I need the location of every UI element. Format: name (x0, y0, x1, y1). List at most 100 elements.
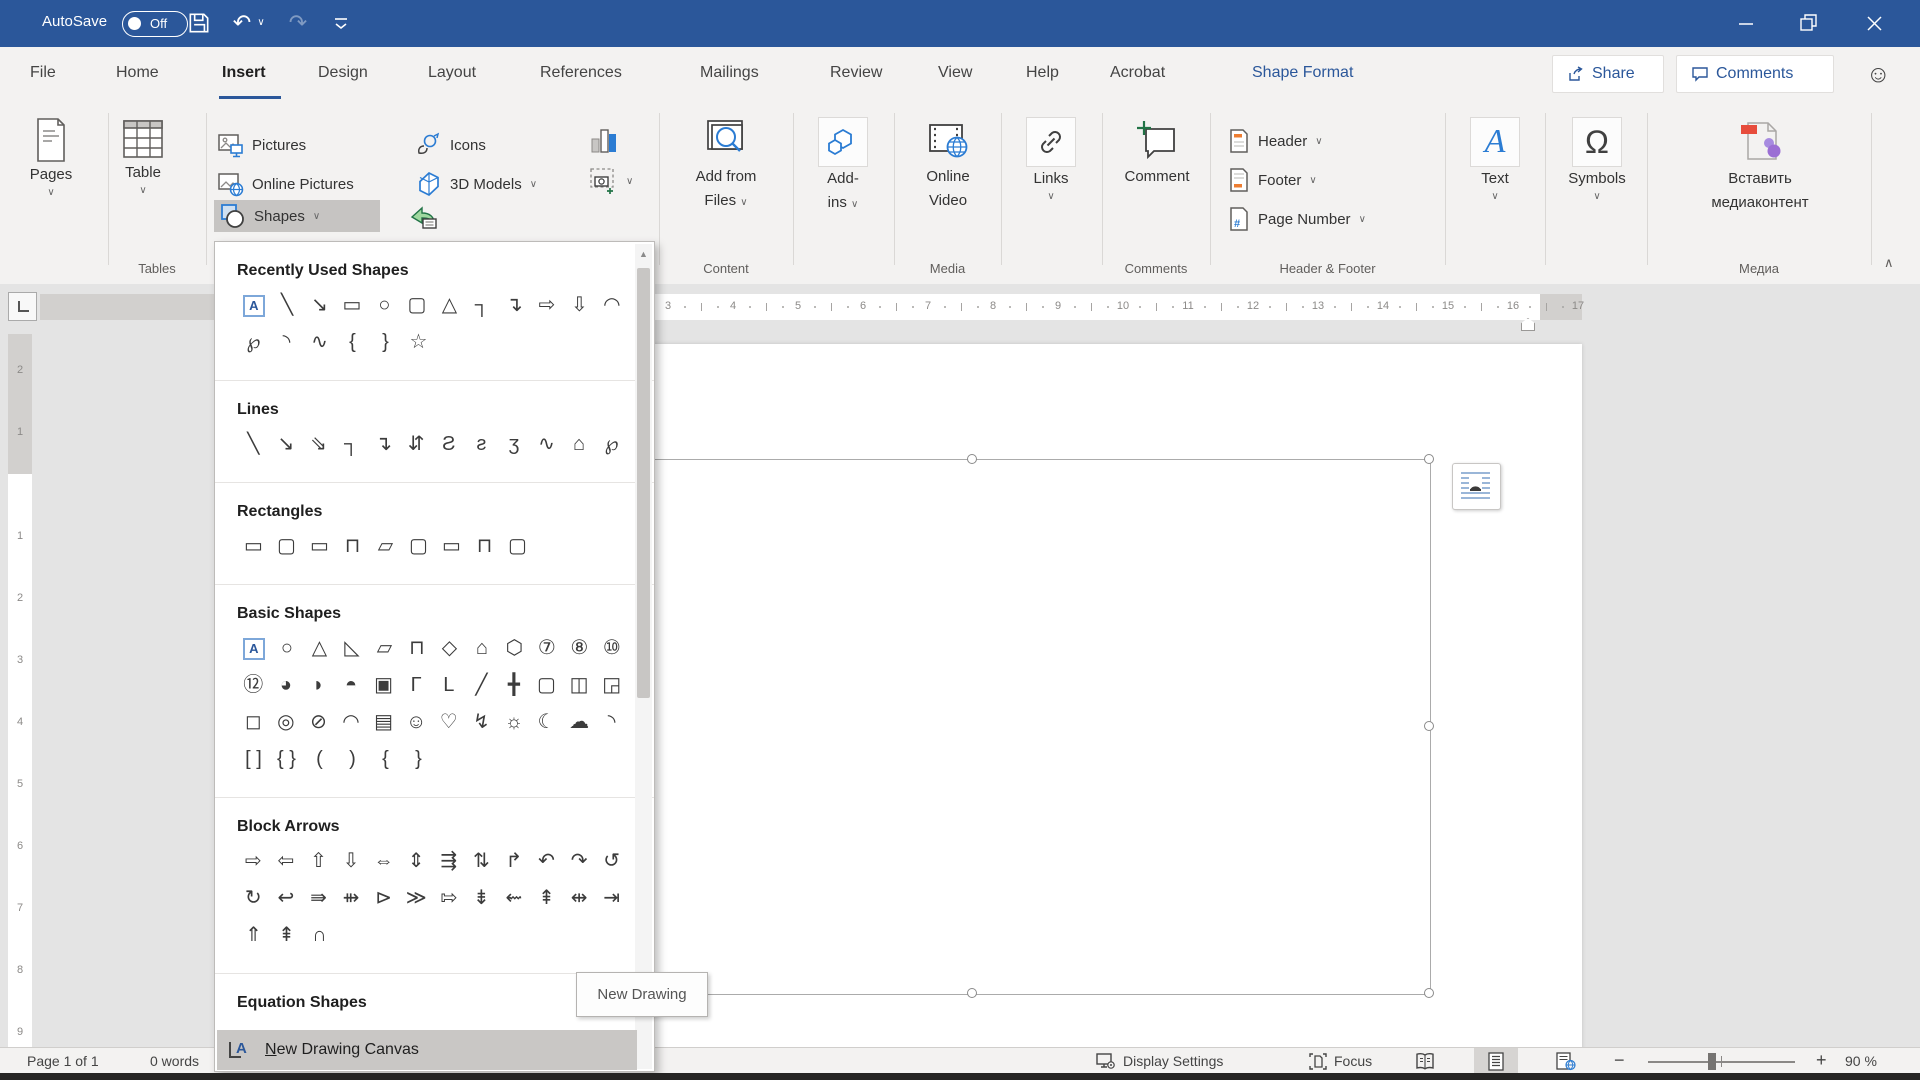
display-settings-label[interactable]: Display Settings (1123, 1053, 1223, 1069)
rectangle-icon[interactable]: ▭ (237, 529, 270, 566)
online-pictures-button[interactable]: Online Pictures (212, 168, 360, 200)
insert-media-button[interactable]: Вставить медиаконтент (1690, 117, 1830, 215)
right-arrow-callout-icon[interactable]: ⇰ (432, 881, 465, 918)
l-shape-icon[interactable]: L (432, 668, 465, 705)
feedback-smiley-icon[interactable]: ☺ (1866, 61, 1891, 89)
pentagon-arrow-icon[interactable]: ⊳ (367, 881, 400, 918)
circular-arrow-icon[interactable]: ∩ (303, 918, 336, 955)
isosceles-triangle-icon[interactable]: △ (303, 631, 335, 668)
curved-up-arrow-icon[interactable]: ↻ (237, 881, 270, 918)
round-same-side-corner-rectangle-icon[interactable]: ⊓ (468, 529, 501, 566)
sun-icon[interactable]: ☼ (498, 705, 531, 742)
redo-icon[interactable]: ↷ (284, 9, 312, 37)
page-number-button[interactable]: # Page Number ∨ (1222, 203, 1372, 235)
can-icon[interactable]: ◫ (563, 668, 596, 705)
curved-left-arrow-icon[interactable]: ↺ (595, 844, 628, 881)
right-triangle-icon[interactable]: ◺ (336, 631, 368, 668)
resize-handle-bottom-center[interactable] (967, 988, 977, 998)
elbow-arrow-connector-icon[interactable]: ↴ (367, 427, 400, 464)
online-video-button[interactable]: Online Video (905, 117, 991, 213)
trapezoid-icon[interactable]: ⊓ (401, 631, 433, 668)
vertical-ruler[interactable]: 21123456789 (8, 334, 32, 1080)
elbow-connector-icon[interactable]: ┐ (335, 427, 368, 464)
teardrop-icon[interactable]: ◓ (335, 668, 368, 705)
scrollbar-thumb[interactable] (637, 268, 650, 698)
save-icon[interactable] (186, 10, 214, 38)
pages-button[interactable]: Pages ∨ (14, 117, 88, 198)
focus-icon[interactable] (1308, 1052, 1328, 1071)
text-button[interactable]: A Text ∨ (1458, 117, 1532, 202)
resize-handle-top-right[interactable] (1424, 454, 1434, 464)
text-box-icon[interactable]: A (244, 639, 264, 659)
moon-icon[interactable]: ☾ (530, 705, 563, 742)
tab-mailings[interactable]: Mailings (700, 64, 759, 82)
tab-insert[interactable]: Insert (222, 64, 266, 82)
rectangle-icon[interactable]: ▭ (336, 288, 368, 325)
tab-layout[interactable]: Layout (428, 64, 476, 82)
freeform-icon[interactable]: ⌂ (563, 427, 596, 464)
print-layout-icon[interactable] (1488, 1052, 1504, 1071)
restore-button[interactable] (1786, 0, 1832, 47)
scrollbar-up-icon[interactable]: ▲ (635, 244, 652, 264)
up-arrow-icon[interactable]: ⇧ (302, 844, 335, 881)
parallelogram-icon[interactable]: ▱ (368, 631, 400, 668)
tab-stop-selector[interactable] (8, 292, 37, 321)
elbow-connector-icon[interactable]: ┐ (466, 288, 498, 325)
left-right-arrow-icon[interactable]: ⇔ (367, 844, 400, 881)
double-brace-icon[interactable]: { } (270, 742, 303, 779)
tab-view[interactable]: View (938, 64, 972, 82)
zoom-level[interactable]: 90 % (1845, 1053, 1877, 1069)
line-double-arrow-icon[interactable]: ⇘ (302, 427, 335, 464)
snip-and-round-single-corner-rectangle-icon[interactable]: ▢ (402, 529, 435, 566)
curve-icon[interactable]: ∿ (530, 427, 563, 464)
block-arrow-down-icon[interactable]: ⇩ (563, 288, 595, 325)
zoom-in-button[interactable]: + (1816, 1050, 1827, 1071)
right-brace-icon[interactable]: } (402, 742, 435, 779)
left-right-arrow-callout-icon[interactable]: ⇹ (563, 881, 596, 918)
plaque-icon[interactable]: ▢ (530, 668, 563, 705)
left-bracket-icon[interactable]: ( (303, 742, 336, 779)
add-from-files-button[interactable]: Add from Files ∨ (671, 117, 781, 215)
folded-corner-icon[interactable]: ▤ (367, 705, 400, 742)
menu-scrollbar[interactable]: ▲ (635, 244, 652, 1069)
round-diagonal-corner-rectangle-icon[interactable]: ▢ (501, 529, 534, 566)
tab-references[interactable]: References (540, 64, 622, 82)
add-ins-button[interactable]: Add- ins ∨ (806, 117, 880, 217)
collapse-ribbon-icon[interactable]: ∧ (1884, 255, 1894, 271)
icons-button[interactable]: Icons (410, 129, 492, 161)
pictures-button[interactable]: Pictures (212, 129, 312, 161)
elbow-arrow-connector-icon[interactable]: ↴ (498, 288, 530, 325)
snip-diagonal-corner-rectangle-icon[interactable]: ▱ (369, 529, 402, 566)
round-single-corner-rectangle-icon[interactable]: ▭ (435, 529, 468, 566)
bent-up-arrow-icon[interactable]: ↱ (498, 844, 531, 881)
undo-icon[interactable]: ↶ (228, 9, 256, 37)
scribble-icon[interactable]: ℘ (237, 325, 270, 362)
down-arrow-callout-icon[interactable]: ⇟ (465, 881, 498, 918)
striped-right-arrow-icon[interactable]: ⇛ (302, 881, 335, 918)
rounded-rectangle-icon[interactable]: ▢ (401, 288, 433, 325)
tab-shape-format[interactable]: Shape Format (1252, 64, 1353, 82)
web-layout-icon[interactable] (1556, 1052, 1576, 1071)
smiley-face-icon[interactable]: ☺ (400, 705, 433, 742)
diamond-icon[interactable]: ◇ (433, 631, 465, 668)
no-symbol-icon[interactable]: ⊘ (302, 705, 335, 742)
oval-icon[interactable]: ○ (368, 288, 400, 325)
right-arrow-icon[interactable]: ⇨ (237, 844, 270, 881)
customize-quick-access-icon[interactable] (330, 12, 358, 40)
word-count[interactable]: 0 words (150, 1053, 199, 1069)
double-bracket-icon[interactable]: [ ] (237, 742, 270, 779)
donut-icon[interactable]: ◎ (270, 705, 303, 742)
frame-icon[interactable]: ▣ (367, 668, 400, 705)
heart-icon[interactable]: ♡ (432, 705, 465, 742)
quad-arrow-callout-icon[interactable]: ⇞ (270, 918, 303, 955)
up-down-arrow-icon[interactable]: ⇕ (400, 844, 433, 881)
layout-options-button[interactable] (1452, 463, 1501, 510)
tab-acrobat[interactable]: Acrobat (1110, 64, 1165, 82)
cross-icon[interactable]: ╋ (498, 668, 531, 705)
chord-icon[interactable]: ◗ (302, 668, 335, 705)
star-5-point-icon[interactable]: ☆ (402, 325, 435, 362)
shapes-button[interactable]: Shapes ∨ (214, 200, 380, 232)
left-brace-icon[interactable]: { (369, 742, 402, 779)
decagon-icon[interactable]: ⑩ (596, 631, 628, 668)
regular-pentagon-icon[interactable]: ⌂ (466, 631, 498, 668)
